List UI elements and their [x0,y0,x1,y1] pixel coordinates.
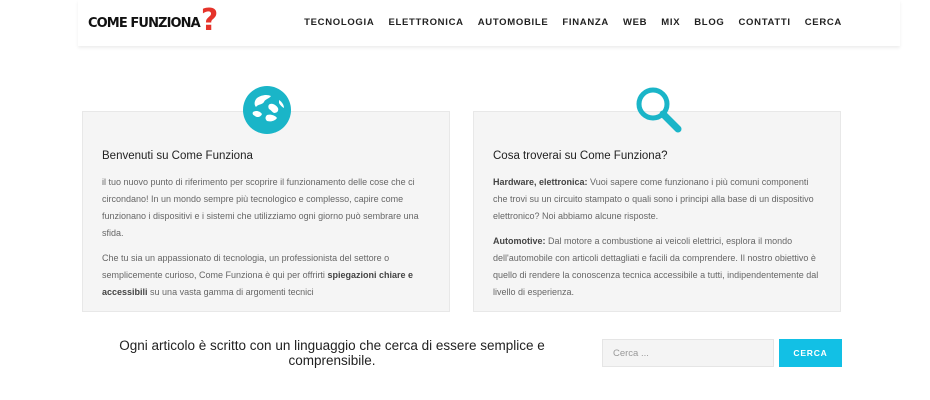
site-header: COME FUNZIONA ? TECNOLOGIA ELETTRONICA A… [78,0,900,46]
welcome-card-body: il tuo nuovo punto di riferimento per sc… [102,174,432,309]
main-nav: TECNOLOGIA ELETTRONICA AUTOMOBILE FINANZ… [290,0,842,44]
welcome-card-title: Benvenuti su Come Funziona [102,150,253,162]
welcome-paragraph-2-end: su una vasta gamma di argomenti tecnici [147,287,314,297]
features-card-title: Cosa troverai su Come Funziona? [493,150,668,162]
nav-item-contatti[interactable]: CONTATTI [739,17,791,28]
logo-text: COME FUNZIONA [88,15,201,31]
features-paragraph-2: Automotive: Dal motore a combustione ai … [493,233,823,301]
features-card: Cosa troverai su Come Funziona? Hardware… [473,111,841,312]
features-paragraph-1-bold: Hardware, elettronica: [493,177,588,187]
nav-item-elettronica[interactable]: ELETTRONICA [388,17,463,28]
welcome-paragraph-1: il tuo nuovo punto di riferimento per sc… [102,177,419,238]
nav-item-cerca[interactable]: CERCA [805,17,842,28]
features-paragraph-1: Hardware, elettronica: Vuoi sapere come … [493,174,823,225]
features-paragraph-2-bold: Automotive: [493,236,546,246]
features-card-body: Hardware, elettronica: Vuoi sapere come … [493,174,823,309]
logo-question-mark: ? [200,3,219,38]
search-input[interactable] [602,339,774,367]
globe-icon [243,86,291,134]
nav-item-blog[interactable]: BLOG [694,17,724,28]
nav-item-mix[interactable]: MIX [661,17,680,28]
welcome-card: Benvenuti su Come Funziona il tuo nuovo … [82,111,450,312]
nav-item-finanza[interactable]: FINANZA [562,17,609,28]
nav-item-tecnologia[interactable]: TECNOLOGIA [304,17,374,28]
welcome-paragraph-2: Che tu sia un appassionato di tecnologia… [102,250,432,301]
site-logo[interactable]: COME FUNZIONA ? [88,6,218,40]
tagline: Ogni articolo è scritto con un linguaggi… [119,338,545,368]
nav-item-web[interactable]: WEB [623,17,647,28]
search-icon [631,85,685,135]
nav-item-automobile[interactable]: AUTOMOBILE [478,17,549,28]
search-button[interactable]: CERCA [779,339,842,367]
